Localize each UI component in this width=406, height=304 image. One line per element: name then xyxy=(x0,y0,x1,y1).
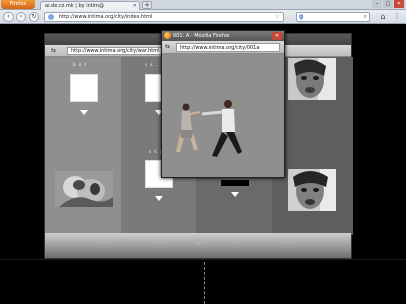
site-icon: ⇆ xyxy=(51,47,57,54)
popup-body xyxy=(162,54,284,177)
white-square[interactable] xyxy=(70,74,98,102)
popup-url-toolbar: ⇆ http://www.intima.org/city/001a xyxy=(162,41,284,54)
search-box[interactable]: g ⌕ xyxy=(296,12,370,22)
new-tab-button[interactable]: + xyxy=(142,1,152,9)
google-icon[interactable]: g xyxy=(299,13,303,21)
maximize-icon[interactable]: □ xyxy=(383,0,393,8)
black-bar xyxy=(221,180,249,186)
footer-glyph: ⌐ xyxy=(285,239,293,249)
menu-icon[interactable]: ⋮ xyxy=(392,12,402,22)
dancing-couple-figure[interactable] xyxy=(162,54,286,179)
firefox-icon xyxy=(164,32,171,39)
close-window-icon[interactable]: ✕ xyxy=(394,0,404,8)
popup-footer: ⌐ ⌐ = ¬ ⌐ xyxy=(45,233,351,258)
popup-url-field[interactable]: http://www.intima.org/city/001a xyxy=(176,43,280,52)
home-icon[interactable]: ⌂ xyxy=(378,12,388,22)
minimize-icon[interactable]: – xyxy=(372,0,382,8)
reload-button[interactable]: ↻ xyxy=(29,12,39,22)
window-controls: – □ ✕ xyxy=(372,0,404,8)
popup-titlebar[interactable]: 001: A - Mozilla Firefox ✕ xyxy=(162,31,284,41)
bookmark-star-icon[interactable]: ☆ xyxy=(275,13,280,21)
face-photo-top[interactable] xyxy=(288,58,336,100)
url-bar[interactable]: http://www.intima.org/city/index.html ☆ xyxy=(44,12,284,22)
embracing-figures-photo[interactable] xyxy=(55,171,113,207)
tab-title: ai.de.cz.mk | by intim@ xyxy=(45,3,104,9)
footer-glyph: ⌐ xyxy=(155,239,163,249)
face-photo-bottom[interactable] xyxy=(288,169,336,211)
tab-strip: Firefox ai.de.cz.mk | by intim@ ✕ + – □ … xyxy=(0,0,406,10)
navigation-toolbar: ‹ › ↻ http://www.intima.org/city/index.h… xyxy=(0,10,406,24)
down-arrow-icon[interactable] xyxy=(80,110,88,115)
footer-glyph: = xyxy=(195,239,203,249)
column-label: b o t xyxy=(73,62,88,67)
url-text: http://www.intima.org/city/index.html xyxy=(59,14,153,20)
down-arrow-icon[interactable] xyxy=(231,192,239,197)
dashed-vertical-line xyxy=(204,262,205,304)
tab-close-icon[interactable]: ✕ xyxy=(133,2,137,10)
search-icon[interactable]: ⌕ xyxy=(364,13,367,21)
site-icon: ⇆ xyxy=(165,43,171,50)
forward-button[interactable]: › xyxy=(16,12,26,22)
back-button[interactable]: ‹ xyxy=(3,12,14,22)
down-arrow-icon[interactable] xyxy=(155,196,163,201)
tab-active[interactable]: ai.de.cz.mk | by intim@ ✕ xyxy=(40,1,140,10)
column-1: b o t xyxy=(45,57,121,235)
popup-window-title: 001: A - Mozilla Firefox xyxy=(173,33,230,39)
popup-window-001a[interactable]: 001: A - Mozilla Firefox ✕ ⇆ http://www.… xyxy=(161,30,285,178)
close-icon[interactable]: ✕ xyxy=(272,32,282,40)
firefox-menu-button[interactable]: Firefox xyxy=(1,0,35,9)
divider-line xyxy=(0,259,406,260)
site-identity-icon[interactable] xyxy=(48,14,54,20)
footer-glyph: ⌐ xyxy=(99,239,107,249)
footer-glyph: ¬ xyxy=(233,239,241,249)
